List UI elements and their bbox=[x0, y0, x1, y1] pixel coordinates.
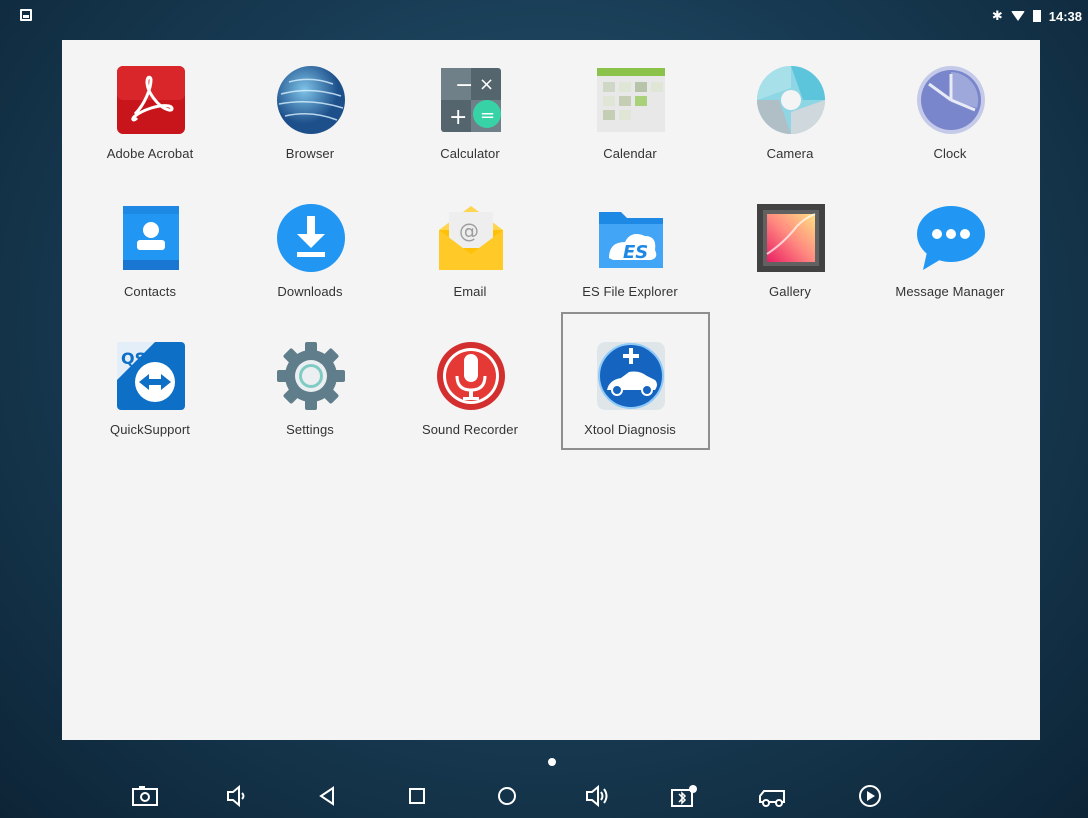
adobe-acrobat-icon bbox=[117, 66, 185, 134]
wifi-icon bbox=[1010, 11, 1025, 21]
app-browser[interactable]: Browser bbox=[230, 40, 390, 170]
page-indicator-dot bbox=[548, 758, 556, 766]
app-settings[interactable]: Settings bbox=[230, 316, 390, 446]
home-icon[interactable] bbox=[493, 784, 521, 808]
app-gallery[interactable]: Gallery bbox=[710, 178, 870, 308]
app-quicksupport[interactable]: QS QuickSupport bbox=[70, 316, 230, 446]
app-clock[interactable]: Clock bbox=[870, 40, 1030, 170]
app-label: Settings bbox=[286, 422, 334, 437]
svg-text:×: × bbox=[479, 74, 494, 95]
app-label: Gallery bbox=[769, 284, 811, 299]
app-sound-recorder[interactable]: Sound Recorder bbox=[390, 316, 550, 446]
app-label: Downloads bbox=[277, 284, 343, 299]
status-icons: ✱ 14:38 bbox=[992, 8, 1082, 24]
message-bubble-icon bbox=[917, 206, 985, 270]
app-label: Browser bbox=[285, 146, 335, 161]
download-icon bbox=[277, 204, 345, 272]
app-es-file-explorer[interactable]: ES ES File Explorer bbox=[550, 178, 710, 308]
svg-text:ES: ES bbox=[623, 242, 648, 263]
volume-down-icon[interactable] bbox=[222, 784, 250, 808]
app-xtool-diagnosis[interactable]: Xtool Diagnosis bbox=[550, 316, 710, 446]
app-adobe-acrobat[interactable]: Adobe Acrobat bbox=[70, 40, 230, 170]
microphone-icon bbox=[437, 342, 505, 410]
contacts-icon bbox=[123, 206, 179, 270]
status-time: 14:38 bbox=[1048, 8, 1082, 24]
bluetooth-settings-icon[interactable] bbox=[670, 784, 698, 808]
browser-globe-icon bbox=[277, 66, 345, 134]
navigation-bar bbox=[0, 770, 1088, 818]
app-label: QuickSupport bbox=[110, 422, 190, 437]
app-calculator[interactable]: − × + = Calculator bbox=[390, 40, 550, 170]
recents-icon[interactable] bbox=[403, 784, 431, 808]
svg-text:=: = bbox=[480, 105, 495, 126]
app-camera[interactable]: Camera bbox=[710, 40, 870, 170]
app-label: Calculator bbox=[440, 146, 500, 161]
app-label: Adobe Acrobat bbox=[106, 146, 194, 161]
battery-icon bbox=[1032, 10, 1041, 22]
xtool-car-icon bbox=[597, 342, 665, 410]
camera-icon bbox=[757, 66, 825, 134]
svg-text:QS: QS bbox=[121, 349, 146, 368]
quicksupport-icon: QS bbox=[117, 342, 185, 410]
svg-text:+: + bbox=[449, 105, 467, 130]
app-label: Xtool Diagnosis bbox=[584, 422, 676, 437]
app-label: ES File Explorer bbox=[582, 284, 678, 299]
calculator-icon: − × + = bbox=[441, 68, 501, 132]
app-drawer: Adobe Acrobat Browser − × + = Calculator bbox=[62, 40, 1040, 740]
app-label: Contacts bbox=[123, 284, 177, 299]
app-contacts[interactable]: Contacts bbox=[70, 178, 230, 308]
back-icon[interactable] bbox=[313, 784, 341, 808]
gallery-icon bbox=[757, 204, 825, 272]
play-icon[interactable] bbox=[856, 784, 884, 808]
app-calendar[interactable]: Calendar bbox=[550, 40, 710, 170]
app-label: Clock bbox=[933, 146, 967, 161]
svg-text:−: − bbox=[455, 73, 473, 98]
volume-up-icon[interactable] bbox=[583, 784, 611, 808]
app-label: Email bbox=[453, 284, 487, 299]
bluetooth-icon: ✱ bbox=[991, 8, 1003, 23]
svg-text:@: @ bbox=[459, 219, 479, 243]
screenshot-notification-icon[interactable] bbox=[20, 9, 32, 21]
app-label: Camera bbox=[766, 146, 814, 161]
app-label: Calendar bbox=[603, 146, 657, 161]
app-downloads[interactable]: Downloads bbox=[230, 178, 390, 308]
screenshot-icon[interactable] bbox=[131, 784, 159, 808]
calendar-icon bbox=[597, 68, 665, 132]
app-label: Message Manager bbox=[895, 284, 1005, 299]
es-file-explorer-icon: ES bbox=[599, 212, 663, 268]
app-email[interactable]: @ Email bbox=[390, 178, 550, 308]
app-label: Sound Recorder bbox=[421, 422, 519, 437]
app-message-manager[interactable]: Message Manager bbox=[870, 178, 1030, 308]
vehicle-icon[interactable] bbox=[758, 784, 786, 808]
settings-gear-icon bbox=[277, 342, 345, 410]
status-bar: ✱ 14:38 bbox=[0, 0, 1088, 30]
email-icon: @ bbox=[439, 206, 503, 270]
clock-icon bbox=[917, 66, 985, 134]
